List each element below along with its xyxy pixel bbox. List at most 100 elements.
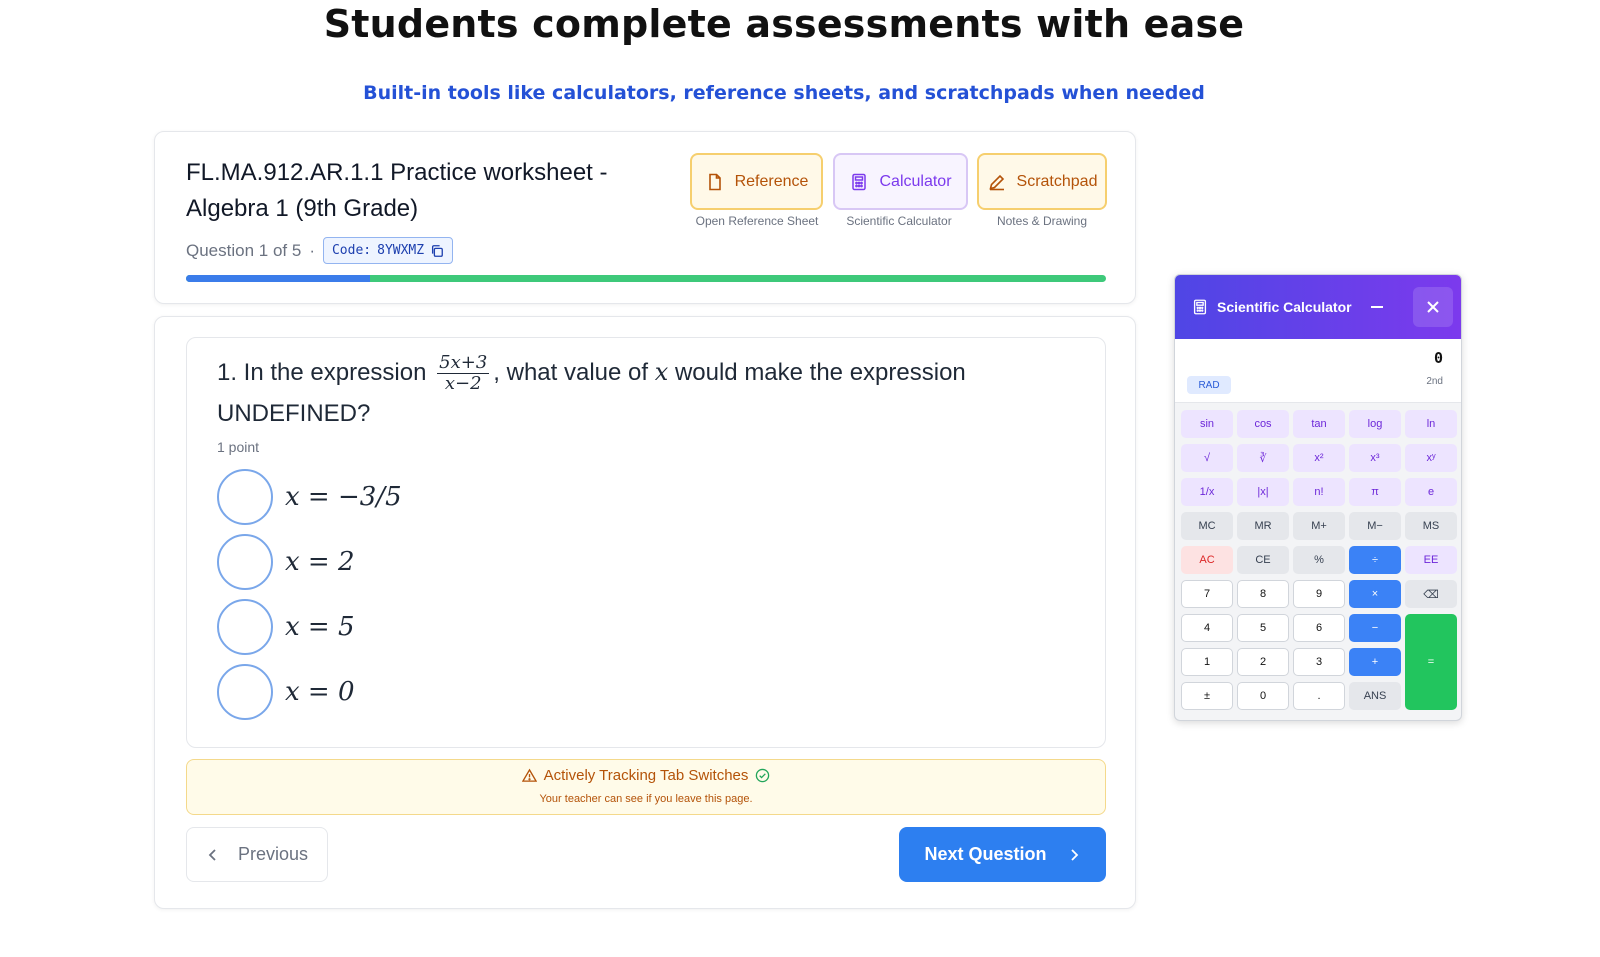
worksheet-title: FL.MA.912.AR.1.1 Practice worksheet - Al…: [186, 159, 608, 222]
question-counter: Question 1 of 5: [186, 240, 302, 260]
key-m-minus[interactable]: M−: [1349, 512, 1401, 540]
key-8[interactable]: 8: [1237, 580, 1289, 608]
key-m-plus[interactable]: M+: [1293, 512, 1345, 540]
tab-tracking-banner: Actively Tracking Tab Switches Your teac…: [186, 759, 1106, 815]
key-decimal[interactable]: .: [1293, 682, 1345, 710]
key-1[interactable]: 1: [1181, 648, 1233, 676]
key-cos[interactable]: cos: [1237, 410, 1289, 438]
key-reciprocal[interactable]: 1/x: [1181, 478, 1233, 506]
question-panel: 1. In the expression 5x+3 x−2 , what val…: [186, 337, 1106, 748]
copy-icon[interactable]: [430, 244, 444, 258]
progress-fill: [186, 275, 370, 282]
key-2[interactable]: 2: [1237, 648, 1289, 676]
code-badge[interactable]: Code: 8YWXMZ: [322, 237, 454, 264]
tracking-note: Your teacher can see if you leave this p…: [539, 793, 753, 805]
key-subtract[interactable]: −: [1349, 614, 1401, 642]
option-label: x = −3/5: [285, 482, 402, 512]
key-divide[interactable]: ÷: [1349, 546, 1401, 574]
reference-button[interactable]: Reference: [690, 153, 823, 210]
reference-caption: Open Reference Sheet: [695, 214, 819, 228]
key-4[interactable]: 4: [1181, 614, 1233, 642]
angle-mode-toggle[interactable]: RAD: [1187, 376, 1231, 394]
key-ee[interactable]: EE: [1405, 546, 1457, 574]
key-ms[interactable]: MS: [1405, 512, 1457, 540]
hero-subtitle: Built-in tools like calculators, referen…: [363, 82, 1205, 104]
key-sin[interactable]: sin: [1181, 410, 1233, 438]
answer-option[interactable]: x = 5: [217, 598, 917, 656]
key-e[interactable]: e: [1405, 478, 1457, 506]
key-log[interactable]: log: [1349, 410, 1401, 438]
key-6[interactable]: 6: [1293, 614, 1345, 642]
question-variable: x: [654, 358, 669, 386]
key-ans[interactable]: ANS: [1349, 682, 1401, 710]
key-3[interactable]: 3: [1293, 648, 1345, 676]
key-backspace[interactable]: ⌫: [1405, 580, 1457, 608]
option-label: x = 5: [285, 612, 355, 642]
chevron-left-icon: [208, 848, 216, 861]
key-add[interactable]: +: [1349, 648, 1401, 676]
key-sqrt[interactable]: √: [1181, 444, 1233, 472]
check-circle-icon: [756, 768, 770, 783]
key-9[interactable]: 9: [1293, 580, 1345, 608]
minimize-icon[interactable]: [1369, 299, 1385, 315]
previous-button[interactable]: Previous: [186, 827, 328, 882]
calculator-title: Scientific Calculator: [1217, 299, 1352, 315]
key-clear-entry[interactable]: CE: [1237, 546, 1289, 574]
key-ln[interactable]: ln: [1405, 410, 1457, 438]
question-text: 1. In the expression 5x+3 x−2 , what val…: [217, 352, 1057, 434]
key-7[interactable]: 7: [1181, 580, 1233, 608]
key-pi[interactable]: π: [1349, 478, 1401, 506]
scratchpad-button[interactable]: Scratchpad: [977, 153, 1107, 210]
question-prefix: 1. In the expression: [217, 359, 427, 386]
key-0[interactable]: 0: [1237, 682, 1289, 710]
answer-option[interactable]: x = 0: [217, 663, 917, 721]
key-percent[interactable]: %: [1293, 546, 1345, 574]
answer-option[interactable]: x = −3/5: [217, 468, 917, 526]
close-button[interactable]: [1413, 287, 1453, 327]
next-question-button[interactable]: Next Question: [899, 827, 1106, 882]
key-mc[interactable]: MC: [1181, 512, 1233, 540]
scratchpad-caption: Notes & Drawing: [996, 214, 1088, 228]
key-equals[interactable]: =: [1405, 614, 1457, 710]
option-label: x = 2: [285, 547, 355, 577]
option-label: x = 0: [285, 677, 355, 707]
meta-separator: ·: [309, 240, 315, 260]
question-middle: , what value of: [493, 359, 649, 386]
scientific-calculator[interactable]: Scientific Calculator 0 RAD 2nd sin cos …: [1174, 274, 1462, 721]
key-multiply[interactable]: ×: [1349, 580, 1401, 608]
question-meta: Question 1 of 5 · Code: 8YWXMZ: [186, 237, 454, 264]
key-square[interactable]: x²: [1293, 444, 1345, 472]
key-all-clear[interactable]: AC: [1181, 546, 1233, 574]
key-abs[interactable]: |x|: [1237, 478, 1289, 506]
radio-button[interactable]: [217, 534, 273, 590]
calculator-caption: Scientific Calculator: [846, 214, 952, 228]
calculator-label: Calculator: [879, 172, 952, 190]
radio-button[interactable]: [217, 664, 273, 720]
expression-fraction: 5x+3 x−2: [437, 352, 490, 394]
close-icon: [1427, 301, 1439, 313]
calculator-icon: [852, 173, 867, 190]
key-mr[interactable]: MR: [1237, 512, 1289, 540]
key-factorial[interactable]: n!: [1293, 478, 1345, 506]
calculator-header[interactable]: Scientific Calculator: [1175, 275, 1461, 339]
radio-button[interactable]: [217, 469, 273, 525]
calculator-button[interactable]: Calculator: [833, 153, 968, 210]
tracking-title: Actively Tracking Tab Switches: [543, 767, 749, 784]
key-cube[interactable]: x³: [1349, 444, 1401, 472]
key-plus-minus[interactable]: ±: [1181, 682, 1233, 710]
calculator-icon: [1193, 299, 1207, 315]
answer-option[interactable]: x = 2: [217, 533, 917, 591]
file-icon: [708, 173, 721, 190]
pencil-icon: [988, 174, 1004, 190]
key-5[interactable]: 5: [1237, 614, 1289, 642]
key-cbrt[interactable]: ∛: [1237, 444, 1289, 472]
key-power[interactable]: xʸ: [1405, 444, 1457, 472]
display-value: 0: [1433, 349, 1443, 367]
previous-label: Previous: [237, 844, 309, 864]
radio-button[interactable]: [217, 599, 273, 655]
key-tan[interactable]: tan: [1293, 410, 1345, 438]
hero-title: Students complete assessments with ease: [323, 2, 1245, 46]
chevron-right-icon: [1070, 848, 1078, 861]
fraction-numerator: 5x+3: [437, 352, 490, 375]
second-toggle[interactable]: 2nd: [1426, 376, 1443, 387]
